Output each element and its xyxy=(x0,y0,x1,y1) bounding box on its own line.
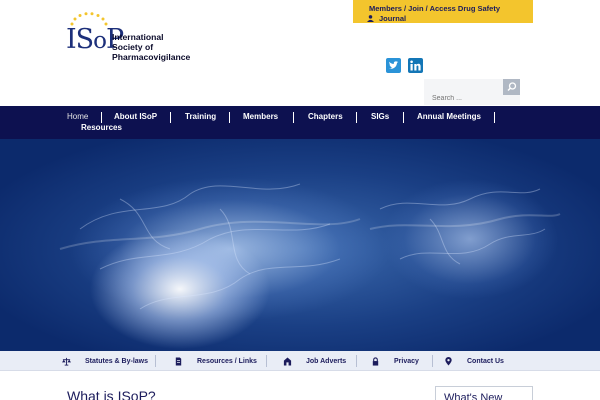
nav-separator xyxy=(403,112,404,123)
quick-links-separator xyxy=(356,355,357,367)
nav-separator xyxy=(229,112,230,123)
linkedin-icon xyxy=(410,60,421,71)
hero-banner xyxy=(0,139,600,351)
main-navigation: Home About ISoP Training Members Chapter… xyxy=(0,106,600,139)
nav-item-chapters[interactable]: Chapters xyxy=(308,112,343,121)
quick-link-privacy[interactable]: Privacy xyxy=(371,351,419,371)
members-link-box[interactable]: Members / Join / Access Drug Safety Jour… xyxy=(353,0,533,23)
document-icon xyxy=(175,356,182,366)
nav-separator xyxy=(494,112,495,123)
site-header: ISoP International Society of Pharmacovi… xyxy=(0,0,600,106)
quick-link-contact[interactable]: Contact Us xyxy=(444,351,504,371)
nav-separator xyxy=(356,112,357,123)
quick-links-separator xyxy=(266,355,267,367)
search-icon xyxy=(507,82,517,92)
page-heading: What is ISoP? xyxy=(67,388,156,400)
linkedin-link[interactable] xyxy=(408,58,423,73)
quick-link-resources[interactable]: Resources / Links xyxy=(174,351,257,371)
scales-icon xyxy=(62,357,71,366)
search-input[interactable] xyxy=(432,92,502,104)
members-link-line1[interactable]: Members / Join / Access Drug Safety xyxy=(369,4,533,13)
org-name-line: International xyxy=(112,32,164,42)
hero-cloud-texture xyxy=(59,183,561,310)
org-name-line: Pharmacovigilance xyxy=(112,52,191,62)
nav-item-about[interactable]: About ISoP xyxy=(114,112,157,121)
search-button[interactable] xyxy=(503,79,520,95)
quick-link-job-adverts[interactable]: Job Adverts xyxy=(283,351,346,371)
nav-item-members[interactable]: Members xyxy=(243,112,278,121)
twitter-link[interactable] xyxy=(386,58,401,73)
nav-item-resources[interactable]: Resources xyxy=(81,123,122,132)
nav-separator xyxy=(293,112,294,123)
nav-separator xyxy=(101,112,102,123)
user-icon xyxy=(367,15,374,22)
quick-link-statutes[interactable]: Statutes & By-laws xyxy=(62,351,148,371)
nav-item-sigs[interactable]: SIGs xyxy=(371,112,389,121)
building-icon xyxy=(283,356,292,366)
quick-links-separator xyxy=(432,355,433,367)
whats-new-panel-title: What's New xyxy=(435,386,533,400)
isop-logo[interactable]: ISoP xyxy=(66,12,124,55)
org-name-line: Society of xyxy=(112,42,154,52)
members-link-line2[interactable]: Journal xyxy=(367,14,406,23)
nav-separator xyxy=(170,112,171,123)
quick-links-separator xyxy=(155,355,156,367)
lock-icon xyxy=(372,356,379,366)
location-pin-icon xyxy=(445,356,452,366)
nav-item-training[interactable]: Training xyxy=(185,112,216,121)
quick-links-bar: Statutes & By-laws Resources / Links Job… xyxy=(0,351,600,371)
nav-item-home[interactable]: Home xyxy=(67,112,88,121)
nav-item-annual-meetings[interactable]: Annual Meetings xyxy=(417,112,481,121)
twitter-icon xyxy=(389,61,399,69)
organization-name: International Society of Pharmacovigilan… xyxy=(112,32,190,62)
